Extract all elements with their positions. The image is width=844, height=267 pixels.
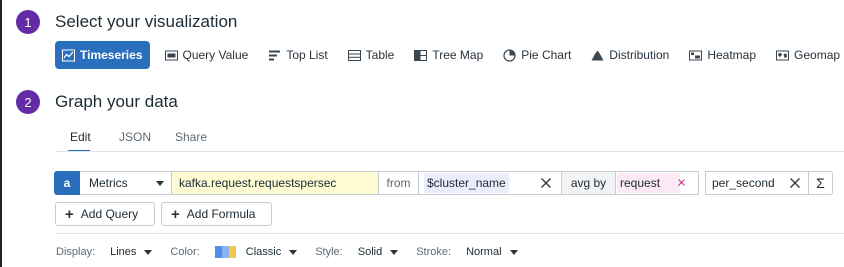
data-source-select[interactable]: Metrics [80,171,172,195]
color-select[interactable]: Classic [246,246,281,258]
chevron-down-icon[interactable] [509,249,518,255]
viz-label: Heatmap [707,48,757,62]
step-two-badge: 2 [16,90,40,114]
viz-tree-map[interactable]: Tree Map [407,41,490,69]
stroke-label: Stroke: [416,246,452,258]
clear-scope-icon[interactable] [540,177,552,189]
aggregation-select[interactable]: avg by [562,171,616,195]
tabs-divider [55,151,844,152]
style-select[interactable]: Solid [358,246,382,258]
viz-label: Top List [286,48,328,62]
add-query-label: Add Query [80,207,139,221]
geomap-icon [776,50,790,60]
heatmap-icon [689,50,703,60]
window-edge [0,0,2,267]
viz-query-value[interactable]: Query Value [158,41,256,69]
stroke-select[interactable]: Normal [466,246,501,258]
query-letter: a [54,171,80,195]
distribution-icon [591,50,604,60]
scope-field[interactable]: $cluster_name [419,171,562,195]
viz-distribution[interactable]: Distribution [584,41,676,69]
add-formula-button[interactable]: + Add Formula [161,202,272,226]
viz-label: Table [365,48,395,62]
viz-geomap[interactable]: Geomap [769,41,844,69]
color-label: Color: [170,246,200,258]
from-label: from [379,171,419,195]
data-source-value: Metrics [89,176,128,190]
step-two-title: Graph your data [55,92,178,111]
group-tag: request [617,173,681,193]
table-icon [347,49,361,61]
visualization-picker: Timeseries Query Value Top List Table Tr… [55,41,844,69]
function-field[interactable]: per_second [705,171,809,195]
clear-function-icon[interactable] [789,177,801,189]
options-divider [55,233,844,234]
tree-map-icon [414,49,428,61]
viz-label: Geomap [794,48,841,62]
chevron-down-icon[interactable] [390,249,399,255]
top-list-icon [269,50,281,60]
editor-tabs: Edit JSON Share [55,124,844,152]
palette-swatch-icon [214,246,236,258]
tab-edit[interactable]: Edit [70,130,91,144]
timeseries-icon [62,49,75,61]
viz-label: Tree Map [432,48,484,62]
plus-icon: + [171,205,180,223]
display-options: Display: Lines Color: Classic Style: Sol… [56,245,536,259]
viz-pie-chart[interactable]: Pie Chart [496,41,578,69]
display-label: Display: [56,246,96,258]
style-label: Style: [315,246,343,258]
viz-label: Distribution [609,48,670,62]
plus-icon: + [65,205,74,223]
group-by-field[interactable]: request [616,171,699,195]
chevron-down-icon [156,181,164,186]
add-query-button[interactable]: + Add Query [55,202,155,226]
viz-heatmap[interactable]: Heatmap [682,41,763,69]
chevron-down-icon[interactable] [144,249,153,255]
viz-label: Timeseries [80,48,143,62]
viz-top-list[interactable]: Top List [261,41,334,69]
sigma-functions-button[interactable]: Σ [809,171,833,195]
scope-tag: $cluster_name [424,173,509,193]
step-one-title: Select your visualization [55,12,238,31]
viz-timeseries[interactable]: Timeseries [55,41,150,69]
pie-chart-icon [503,48,516,62]
add-formula-label: Add Formula [186,207,256,221]
step-one-badge: 1 [16,10,40,34]
metric-input[interactable]: kafka.request.requestspersec [172,171,379,195]
display-select[interactable]: Lines [110,246,136,258]
tab-share[interactable]: Share [175,130,207,144]
group-tag-label: request [620,176,661,190]
viz-table[interactable]: Table [341,41,402,69]
query-value-icon [164,50,178,60]
query-editor-row: a Metrics kafka.request.requestspersec f… [54,171,833,195]
tab-json[interactable]: JSON [119,130,151,144]
chevron-down-icon[interactable] [289,249,298,255]
viz-label: Pie Chart [521,48,572,62]
viz-label: Query Value [182,48,249,62]
remove-tag-icon[interactable] [677,178,686,187]
function-value: per_second [712,176,775,190]
